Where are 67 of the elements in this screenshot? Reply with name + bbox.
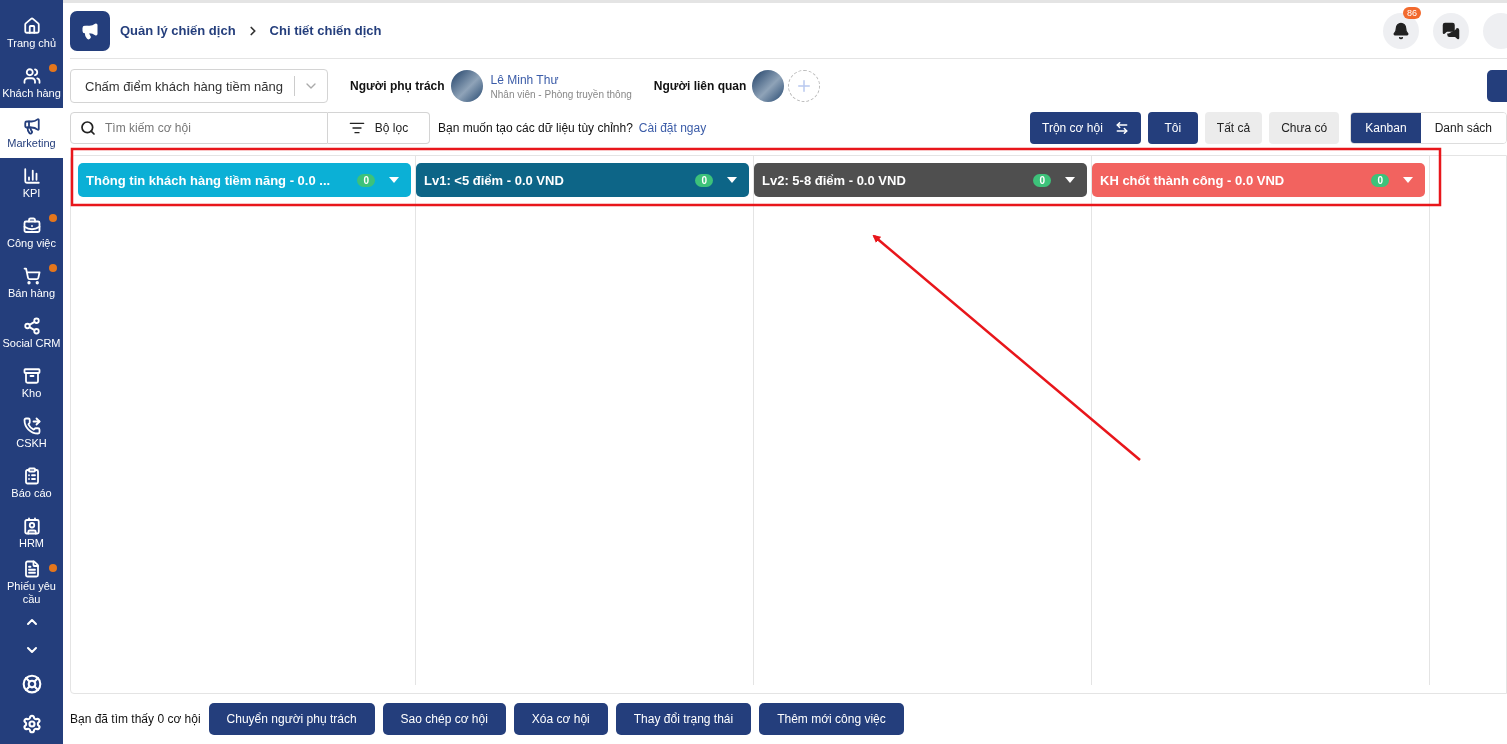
id-card-icon [22, 516, 41, 535]
sidebar-item[interactable]: Báo cáo [0, 458, 63, 508]
people-icon [22, 66, 41, 85]
related-label: Người liên quan [653, 79, 747, 93]
merge-button[interactable]: Trộn cơ hội [1030, 112, 1141, 144]
chat-button[interactable] [1433, 12, 1469, 49]
sidebar-item[interactable]: Khách hàng [0, 58, 63, 108]
owner-filter-button[interactable]: Chưa có [1269, 112, 1340, 144]
count-badge: 0 [357, 173, 375, 187]
avatar-photo-placeholder [450, 70, 483, 102]
action-button[interactable]: Thay đổi trạng thái [615, 703, 752, 735]
lifebuoy-icon[interactable] [21, 674, 42, 694]
search-field[interactable]: Tìm kiếm cơ hội [70, 112, 328, 144]
bell-icon [1392, 21, 1410, 40]
owner-role: Nhân viên - Phòng truyền thông [490, 88, 632, 100]
sidebar-item[interactable]: HRM [0, 508, 63, 558]
caret-icon[interactable] [727, 177, 737, 183]
owner-filter-button[interactable]: Tôi [1147, 112, 1198, 144]
count-badge: 0 [1371, 173, 1389, 187]
custom-data-prompt: Bạn muốn tạo các dữ liệu tùy chỉnh? [438, 121, 633, 135]
filter-button[interactable]: Bộ lọc [328, 112, 430, 144]
view-tab[interactable]: Kanban [1351, 113, 1421, 143]
sidebar-item[interactable]: KPI [0, 158, 63, 208]
sidebar-item[interactable]: Social CRM [0, 308, 63, 358]
share-icon [22, 316, 41, 335]
breadcrumb-link[interactable]: Quản lý chiến dịch [120, 23, 236, 38]
megaphone-icon [81, 21, 99, 40]
phone-icon [22, 416, 41, 435]
column-header[interactable]: Lv2: 5-8 điểm - 0.0 VND 0 [754, 163, 1087, 197]
sidebar-item[interactable]: Marketing [0, 108, 63, 158]
search-icon [80, 120, 96, 136]
swap-icon [1114, 121, 1129, 135]
sidebar-item[interactable]: Công việc [0, 208, 63, 258]
action-button[interactable]: Sao chép cơ hội [382, 703, 506, 735]
setup-link[interactable]: Cài đặt ngay [638, 121, 707, 135]
owner-filter-button[interactable]: Tất cả [1204, 112, 1263, 144]
clipboard-icon [22, 466, 41, 485]
filter-icon [348, 120, 365, 136]
action-button[interactable]: Chuyển người phụ trách [208, 703, 375, 735]
caret-icon[interactable] [1065, 177, 1075, 183]
megaphone-icon [22, 116, 41, 135]
sidebar-item[interactable]: Bán hàng [0, 258, 63, 308]
avatar-photo-placeholder [752, 70, 785, 102]
document-icon [22, 560, 41, 578]
notification-button[interactable] [1383, 12, 1419, 49]
settings-icon[interactable] [21, 714, 42, 734]
breadcrumb-current: Chi tiết chiến dịch [269, 23, 382, 38]
action-button[interactable]: Xóa cơ hội [513, 703, 608, 735]
column-header[interactable]: Lv1: <5 điểm - 0.0 VND 0 [416, 163, 749, 197]
sidebar-item[interactable]: Phiếu yêu cầu [0, 558, 63, 608]
chat-icon [1442, 21, 1460, 40]
sidebar-item[interactable]: CSKH [0, 408, 63, 458]
notification-count: 86 [1403, 6, 1421, 19]
sidebar-item[interactable]: Kho [0, 358, 63, 408]
count-badge: 0 [695, 173, 713, 187]
home-icon [22, 16, 41, 35]
sidebar-item[interactable]: Trang chủ [0, 8, 63, 58]
result-count: Bạn đã tìm thấy 0 cơ hội [70, 712, 201, 726]
briefcase-icon [22, 216, 41, 235]
count-badge: 0 [1033, 173, 1051, 187]
owner-name[interactable]: Lê Minh Thư [490, 72, 632, 87]
action-button[interactable]: Thêm mới công việc [759, 703, 904, 735]
campaign-select[interactable]: Chấm điểm khách hàng tiềm năng [70, 69, 328, 103]
stack-icon [22, 366, 41, 385]
bar-chart-icon [22, 166, 41, 185]
owner-label: Người phụ trách [350, 79, 445, 93]
cart-icon [22, 266, 41, 285]
